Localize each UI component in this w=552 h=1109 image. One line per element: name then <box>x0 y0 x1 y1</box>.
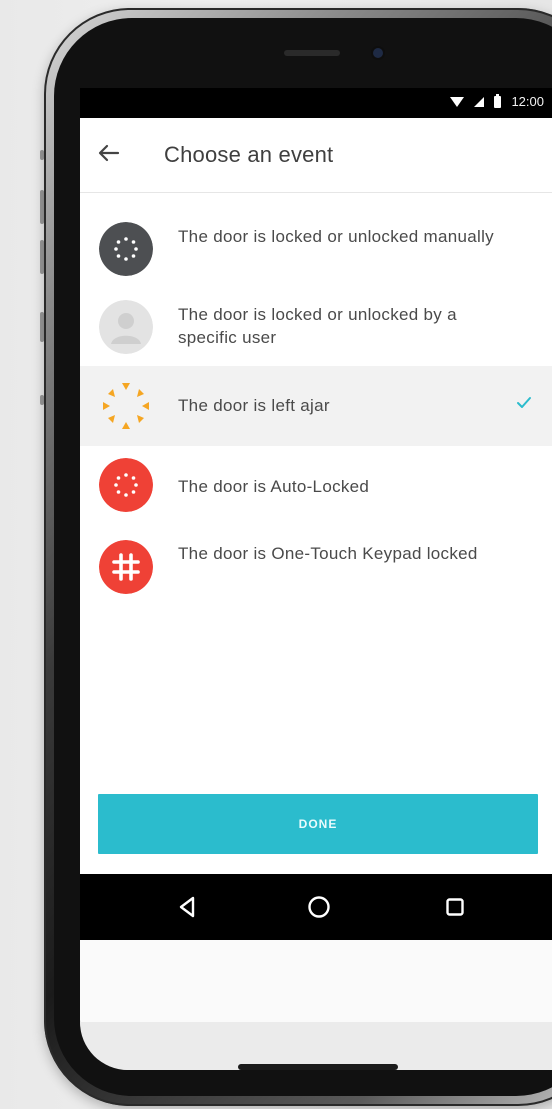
event-item-specific-user[interactable]: The door is locked or unlocked by a spec… <box>80 288 552 366</box>
front-camera <box>373 48 383 58</box>
ajar-icon <box>103 383 149 429</box>
done-button[interactable]: DONE <box>98 794 538 854</box>
status-time: 12:00 <box>511 94 544 109</box>
event-item-left-ajar[interactable]: The door is left ajar <box>80 366 552 446</box>
app-screen: Choose an event The door is locked or un… <box>80 118 552 874</box>
wifi-icon <box>450 96 465 107</box>
status-bar: 12:00 <box>80 88 552 118</box>
recents-square-icon[interactable] <box>440 892 470 922</box>
event-label: The door is locked or unlocked by a spec… <box>178 305 457 347</box>
event-item-auto-locked[interactable]: The door is Auto-Locked <box>80 446 552 526</box>
manual-lock-icon <box>99 222 153 276</box>
event-item-keypad-locked[interactable]: The door is One-Touch Keypad locked <box>80 526 552 606</box>
event-label: The door is Auto-Locked <box>178 477 370 496</box>
event-label: The door is One-Touch Keypad locked <box>178 544 478 563</box>
user-icon <box>99 300 153 354</box>
speaker-grille <box>284 50 340 56</box>
event-label: The door is left ajar <box>178 396 330 415</box>
home-indicator-bar <box>238 1064 398 1070</box>
keypad-hash-icon <box>99 540 153 594</box>
event-list: The door is locked or unlocked manually … <box>80 210 552 606</box>
arrow-left-icon[interactable] <box>96 140 122 166</box>
status-icons: 12:00 <box>450 93 544 109</box>
phone-chin-lower <box>80 1022 552 1070</box>
event-item-manual[interactable]: The door is locked or unlocked manually <box>80 210 552 288</box>
page-title: Choose an event <box>164 142 334 167</box>
screenshot-stage: 12:00 Choose an event The door is locked… <box>0 0 552 1109</box>
checkmark-icon <box>517 397 531 408</box>
auto-lock-icon <box>99 458 153 512</box>
signal-icon <box>474 96 485 107</box>
back-triangle-icon[interactable] <box>172 892 202 922</box>
toolbar: Choose an event <box>80 118 552 193</box>
battery-icon <box>494 93 502 108</box>
phone-chin <box>80 940 552 1070</box>
android-nav-bar <box>80 874 552 940</box>
event-label: The door is locked or unlocked manually <box>178 227 494 246</box>
home-circle-icon[interactable] <box>304 892 334 922</box>
